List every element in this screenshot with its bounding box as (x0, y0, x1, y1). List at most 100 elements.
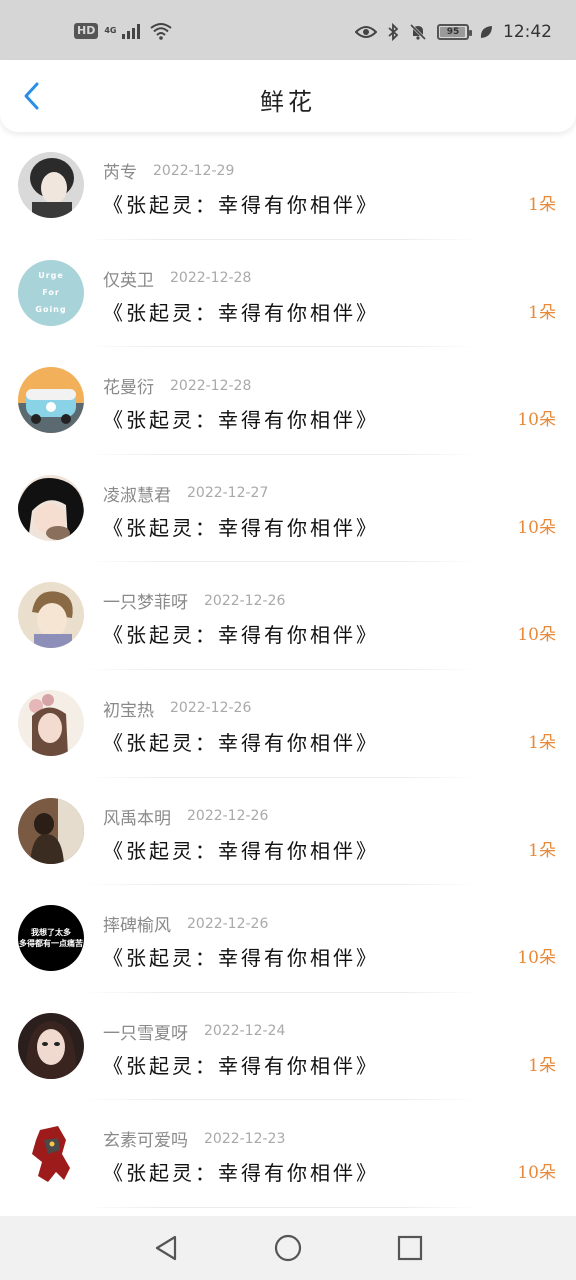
book-title[interactable]: 《张起灵：幸得有你相伴》 (103, 619, 379, 648)
list-item[interactable]: 玄素可爱吗 2022-12-23 《张起灵：幸得有你相伴》 10朵 (0, 1100, 576, 1208)
status-left-group: HD 4G (74, 22, 173, 40)
list-item[interactable]: 凌淑慧君 2022-12-27 《张起灵：幸得有你相伴》 10朵 (0, 455, 576, 563)
sent-date: 2022-12-26 (187, 915, 269, 932)
wifi-icon (150, 23, 173, 40)
network-type: 4G (104, 27, 116, 35)
nav-home-button[interactable] (272, 1232, 304, 1264)
avatar[interactable] (18, 367, 84, 434)
avatar[interactable]: Urge For Going (18, 259, 84, 326)
sender-name[interactable]: 花曼衍 (103, 373, 154, 398)
sent-date: 2022-12-28 (170, 270, 252, 287)
list-item[interactable]: 一只梦菲呀 2022-12-26 《张起灵：幸得有你相伴》 10朵 (0, 562, 576, 670)
sent-date: 2022-12-28 (170, 377, 252, 394)
sent-date: 2022-12-23 (204, 1130, 286, 1147)
header: 鲜花 (0, 60, 576, 132)
sender-name[interactable]: 一只梦菲呀 (103, 588, 188, 613)
book-title[interactable]: 《张起灵：幸得有你相伴》 (103, 835, 379, 864)
square-recents-icon (397, 1235, 423, 1261)
book-title[interactable]: 《张起灵：幸得有你相伴》 (103, 404, 379, 433)
book-title[interactable]: 《张起灵：幸得有你相伴》 (103, 1050, 379, 1079)
flower-amount: 1朵 (528, 302, 556, 323)
avatar[interactable] (18, 797, 84, 864)
sent-date: 2022-12-26 (170, 700, 252, 717)
flower-record-list: 芮专 2022-12-29 《张起灵：幸得有你相伴》 1朵 Urge For Going 仅英… (0, 132, 576, 1208)
list-item[interactable]: 初宝热 2022-12-26 《张起灵：幸得有你相伴》 1朵 (0, 670, 576, 778)
sender-name[interactable]: 凌淑慧君 (103, 481, 171, 506)
book-title[interactable]: 《张起灵：幸得有你相伴》 (103, 189, 379, 218)
sender-name[interactable]: 玄素可爱吗 (103, 1126, 188, 1151)
sender-name[interactable]: 风禹本明 (103, 804, 171, 829)
sender-name[interactable]: 一只雪夏呀 (103, 1019, 188, 1044)
avatar-text: 我想了太多 (31, 928, 71, 938)
sender-line: 摔碑榆风 2022-12-26 (103, 911, 269, 937)
avatar-text: Urge (38, 271, 64, 281)
sender-name[interactable]: 摔碑榆风 (103, 911, 171, 936)
sender-line: 玄素可爱吗 2022-12-23 (103, 1126, 286, 1152)
system-nav-bar (0, 1216, 576, 1280)
flower-amount: 1朵 (528, 1055, 556, 1076)
battery-indicator: 95 (437, 24, 472, 40)
sender-line: 凌淑慧君 2022-12-27 (103, 481, 268, 506)
sender-line: 一只梦菲呀 2022-12-26 (103, 588, 286, 614)
avatar-text: For (42, 288, 60, 298)
list-item[interactable]: Urge For Going 仅英卫 2022-12-28 《张起灵：幸得有你相伴》 1朵 (0, 240, 576, 348)
avatar[interactable] (18, 474, 84, 541)
sender-line: 仅英卫 2022-12-28 (103, 266, 251, 291)
book-title[interactable]: 《张起灵：幸得有你相伴》 (103, 297, 379, 326)
avatar[interactable] (18, 689, 84, 756)
list-item[interactable]: 我想了太多 多得都有一点痛苦 摔碑榆风 2022-12-26 《张起灵：幸得有你相伴》 1… (0, 885, 576, 993)
avatar[interactable] (18, 1120, 84, 1187)
leaf-icon (480, 26, 492, 38)
avatar[interactable]: 我想了太多 多得都有一点痛苦 (18, 905, 84, 972)
flower-amount: 1朵 (528, 732, 556, 753)
sender-name[interactable]: 芮专 (103, 158, 137, 183)
page-title: 鲜花 (260, 88, 316, 116)
nav-back-button[interactable] (150, 1232, 182, 1264)
bluetooth-icon (388, 23, 399, 41)
sent-date: 2022-12-26 (204, 592, 286, 609)
flower-amount: 10朵 (517, 948, 556, 969)
mute-bell-icon (409, 23, 427, 41)
circle-home-icon (274, 1234, 302, 1262)
avatar-image: 我想了太多 多得都有一点痛苦 (18, 905, 84, 972)
flower-amount: 10朵 (517, 1163, 556, 1184)
sent-date: 2022-12-27 (187, 485, 269, 502)
sender-line: 一只雪夏呀 2022-12-24 (103, 1019, 285, 1044)
list-item[interactable]: 花曼衍 2022-12-28 《张起灵：幸得有你相伴》 10朵 (0, 347, 576, 455)
sender-name[interactable]: 仅英卫 (103, 266, 154, 291)
book-title[interactable]: 《张起灵：幸得有你相伴》 (103, 942, 379, 971)
eye-icon (355, 26, 377, 38)
network-type-label: 4G (104, 26, 117, 35)
book-title[interactable]: 《张起灵：幸得有你相伴》 (103, 1157, 379, 1186)
avatar[interactable] (18, 1012, 84, 1079)
avatar-image: Urge For Going (18, 259, 84, 326)
sender-name[interactable]: 初宝热 (103, 696, 154, 721)
hd-badge: HD (74, 23, 99, 39)
status-bar: HD 4G 95 12:42 (0, 0, 576, 60)
list-item[interactable]: 芮专 2022-12-29 《张起灵：幸得有你相伴》 1朵 (0, 132, 576, 240)
list-item[interactable]: 风禹本明 2022-12-26 《张起灵：幸得有你相伴》 1朵 (0, 778, 576, 886)
status-right-group: 95 12:42 (355, 22, 552, 42)
avatar-text: 多得都有一点痛苦 (19, 939, 83, 949)
sent-date: 2022-12-24 (204, 1023, 286, 1040)
avatar-text: Going (35, 305, 67, 315)
book-title[interactable]: 《张起灵：幸得有你相伴》 (103, 727, 379, 756)
red-robot-avatar-image (18, 1120, 84, 1187)
book-title[interactable]: 《张起灵：幸得有你相伴》 (103, 512, 379, 541)
flower-girl-avatar-image (18, 689, 84, 756)
flower-amount: 10朵 (517, 517, 556, 538)
flower-amount: 1朵 (528, 195, 556, 215)
row-divider (84, 1206, 480, 1208)
triangle-back-icon (155, 1235, 177, 1261)
sent-date: 2022-12-26 (187, 808, 269, 825)
avatar[interactable] (18, 152, 84, 218)
nav-recents-button[interactable] (394, 1232, 426, 1264)
sender-line: 初宝热 2022-12-26 (103, 696, 251, 721)
list-item[interactable]: 一只雪夏呀 2022-12-24 《张起灵：幸得有你相伴》 1朵 (0, 993, 576, 1101)
sender-line: 风禹本明 2022-12-26 (103, 804, 268, 829)
sitting-person-avatar-image (18, 797, 84, 864)
vw-van-avatar-image (18, 367, 84, 434)
flower-amount: 10朵 (517, 625, 556, 646)
avatar[interactable] (18, 582, 84, 649)
sent-date: 2022-12-29 (153, 162, 235, 179)
